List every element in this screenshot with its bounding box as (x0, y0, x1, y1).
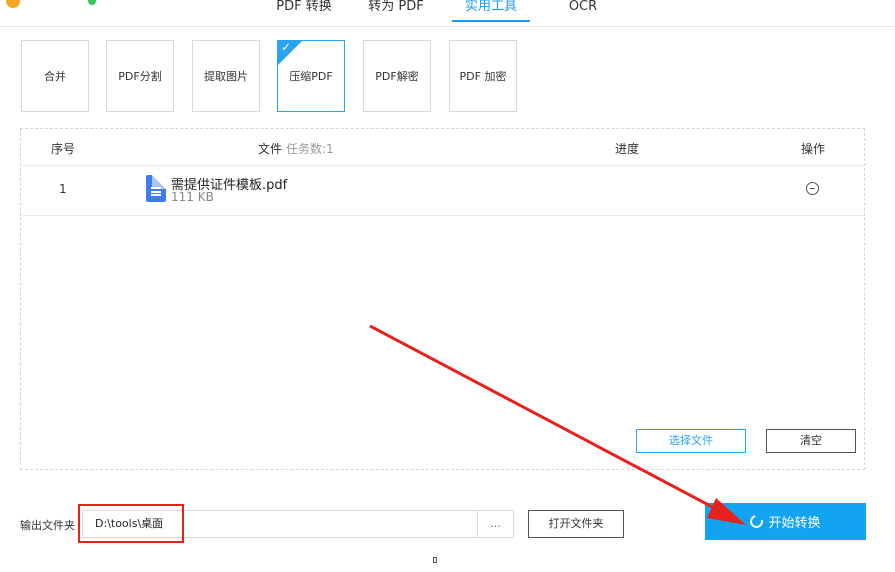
status-mark (433, 557, 437, 563)
start-convert-label: 开始转换 (768, 516, 821, 531)
tool-label: PDF 加密 (459, 70, 507, 83)
header-index: 序号 (51, 142, 76, 156)
tool-merge[interactable]: 合并 (21, 40, 89, 112)
table-header: 序号 文件 任务数:1 进度 操作 (21, 129, 864, 166)
tool-compress-pdf[interactable]: ✓ 压缩PDF (277, 40, 345, 112)
top-nav: PDF 转换 转为 PDF 实用工具 OCR (0, 0, 895, 27)
open-folder-button[interactable]: 打开文件夹 (528, 510, 624, 538)
logo-icon (6, 0, 20, 8)
pdf-file-icon (146, 175, 166, 202)
task-count: 任务数:1 (286, 142, 334, 156)
tab-to-pdf[interactable]: 转为 PDF (367, 0, 425, 23)
app-window: PDF 转换 转为 PDF 实用工具 OCR 合并 PDF分割 提取图片 ✓ 压… (0, 0, 895, 572)
sync-icon (748, 512, 766, 531)
file-size: 111 KB (171, 190, 214, 204)
select-file-button[interactable]: 选择文件 (636, 429, 746, 453)
tool-label: 提取图片 (204, 70, 248, 83)
header-progress: 进度 (615, 142, 640, 156)
check-icon: ✓ (281, 40, 292, 54)
row-index: 1 (59, 182, 67, 196)
output-folder-label: 输出文件夹 (20, 519, 75, 532)
tool-pdf-decrypt[interactable]: PDF解密 (363, 40, 431, 112)
logo-accent-icon (88, 0, 96, 5)
header-file-label: 文件 (258, 142, 283, 156)
start-convert-button[interactable]: 开始转换 (705, 503, 866, 540)
tool-label: PDF分割 (118, 70, 162, 83)
browse-button[interactable]: ... (477, 510, 514, 538)
file-list: 序号 文件 任务数:1 进度 操作 1 需提供证件模板.pdf 111 KB 选择… (20, 128, 865, 470)
remove-icon[interactable] (806, 182, 819, 195)
header-action: 操作 (801, 142, 826, 156)
tool-pdf-split[interactable]: PDF分割 (106, 40, 174, 112)
output-folder-input[interactable]: D:\tools\桌面 (82, 510, 478, 538)
clear-button[interactable]: 清空 (766, 429, 856, 453)
table-row: 1 需提供证件模板.pdf 111 KB (21, 165, 864, 216)
tool-label: 合并 (44, 70, 66, 83)
header-file: 文件 任务数:1 (258, 140, 334, 157)
tool-label: 压缩PDF (289, 70, 333, 83)
tool-extract-images[interactable]: 提取图片 (192, 40, 260, 112)
tab-ocr[interactable]: OCR (566, 0, 600, 23)
tool-pdf-encrypt[interactable]: PDF 加密 (449, 40, 517, 112)
tab-pdf-convert[interactable]: PDF 转换 (275, 0, 333, 23)
tool-label: PDF解密 (375, 70, 419, 83)
tab-utilities[interactable]: 实用工具 (452, 0, 530, 23)
